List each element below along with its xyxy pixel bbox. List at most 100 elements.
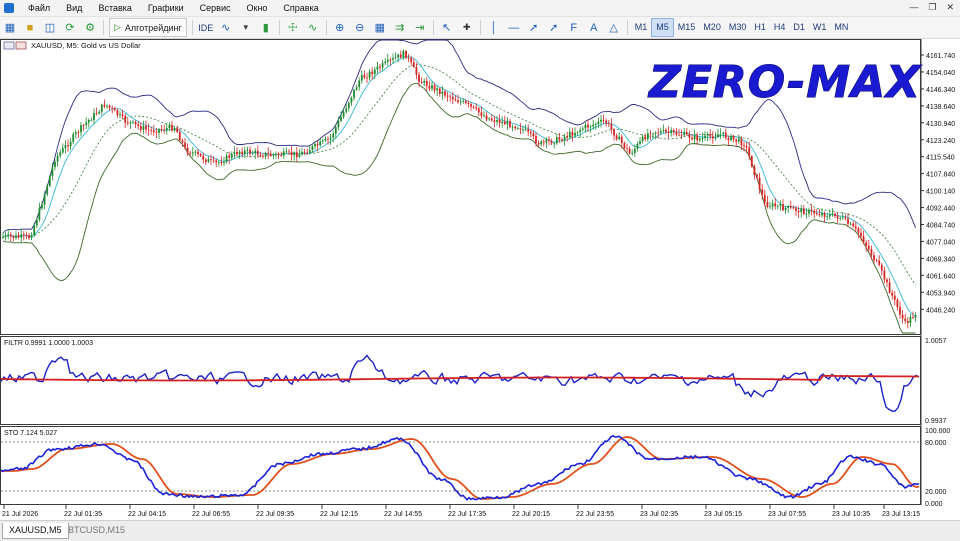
- candle-body: [152, 130, 155, 133]
- refresh-icon[interactable]: ⟳: [62, 19, 78, 36]
- timeframe-h1[interactable]: H1: [750, 19, 770, 36]
- autoscroll-icon[interactable]: ⇥: [412, 19, 428, 36]
- candle-body: [839, 217, 842, 219]
- candle-body: [295, 152, 298, 158]
- cursor-icon[interactable]: ↖: [439, 19, 455, 36]
- candle-body: [867, 245, 870, 250]
- candle-body: [301, 151, 303, 155]
- chart-canvas[interactable]: XAUUSD, M5: Gold vs US Dollar ZERO-MAX F…: [0, 39, 960, 520]
- candle-body: [906, 320, 909, 323]
- candle-body: [633, 148, 636, 154]
- candle-body: [371, 71, 374, 75]
- text-tool-icon[interactable]: A: [586, 19, 602, 36]
- candle-body: [428, 86, 431, 89]
- menu-window[interactable]: Окно: [239, 0, 276, 16]
- candle-body: [246, 149, 249, 151]
- time-tick-label: 22 Jul 14:55: [384, 511, 422, 518]
- timeframe-mn[interactable]: MN: [830, 19, 852, 36]
- candle-body: [467, 102, 470, 105]
- candle-body: [410, 58, 413, 63]
- profiles-icon[interactable]: ■: [22, 19, 38, 36]
- candle-body: [124, 116, 127, 123]
- bar-chart-icon[interactable]: ▮: [258, 19, 274, 36]
- time-tick-label: 23 Jul 10:35: [832, 511, 870, 518]
- candle-body: [886, 279, 888, 283]
- candle-body: [657, 132, 660, 134]
- zoom-in-icon[interactable]: ⊕: [332, 19, 348, 36]
- timeframe-m5[interactable]: M5: [651, 18, 674, 37]
- horizontal-line-icon[interactable]: —: [506, 19, 522, 36]
- new-chart-icon[interactable]: ▦: [2, 19, 18, 36]
- restore-icon[interactable]: ❐: [928, 2, 936, 13]
- candles-icon[interactable]: ☩: [285, 19, 301, 36]
- tab-xauusd-m5[interactable]: XAUUSD,M5: [2, 523, 69, 539]
- candle-body: [264, 152, 267, 157]
- channel-icon[interactable]: ➚: [546, 19, 562, 36]
- timeframe-w1[interactable]: W1: [809, 19, 831, 36]
- menu-insert[interactable]: Вставка: [90, 0, 139, 16]
- candle-body: [7, 234, 10, 236]
- price-tick-label: 4107.840: [926, 172, 955, 179]
- candle-body: [293, 152, 296, 156]
- candle-body: [69, 141, 72, 147]
- candle-body: [236, 151, 238, 155]
- chart-shift-icon[interactable]: ⇉: [392, 19, 408, 36]
- candle-body: [33, 225, 36, 236]
- time-tick-label: 22 Jul 20:15: [512, 511, 550, 518]
- price-tick-label: 4130.940: [926, 121, 955, 128]
- candle-body: [610, 124, 613, 130]
- menu-view[interactable]: Вид: [58, 0, 90, 16]
- chart-window[interactable]: XAUUSD, M5: Gold vs US Dollar ZERO-MAX F…: [0, 39, 960, 520]
- candle-body: [509, 121, 511, 128]
- candle-body: [826, 216, 829, 218]
- zoom-out-icon[interactable]: ⊖: [352, 19, 368, 36]
- chevron-down-icon[interactable]: ▾: [238, 19, 254, 36]
- tile-windows-icon[interactable]: ▦: [372, 19, 388, 36]
- close-icon[interactable]: ✕: [946, 2, 954, 13]
- candle-body: [272, 154, 275, 156]
- timeframe-m1[interactable]: M1: [631, 19, 652, 36]
- shapes-icon[interactable]: △: [606, 19, 622, 36]
- watermark-text: ZERO-MAX: [647, 57, 922, 108]
- candle-body: [516, 128, 519, 130]
- candle-body: [714, 136, 717, 139]
- candle-body: [646, 133, 649, 140]
- candle-body: [568, 131, 571, 138]
- tab-btcusd-m15[interactable]: BTCUSD,M15: [62, 523, 131, 538]
- candle-body: [176, 128, 179, 133]
- trend-line-icon[interactable]: ➚: [526, 19, 542, 36]
- candle-body: [306, 152, 309, 154]
- fibonacci-icon[interactable]: F: [566, 19, 582, 36]
- toolbar-separator: [191, 20, 193, 35]
- timeframe-m20[interactable]: M20: [699, 19, 725, 36]
- line-chart-icon[interactable]: ∿: [305, 19, 321, 36]
- candle-body: [485, 115, 488, 120]
- candle-body: [815, 213, 818, 215]
- timeframe-m15[interactable]: M15: [674, 19, 700, 36]
- algo-trading-button[interactable]: ▷ Алготрейдинг: [109, 18, 187, 37]
- minimize-icon[interactable]: —: [909, 2, 918, 13]
- menu-charts[interactable]: Графики: [140, 0, 192, 16]
- timeframe-h4[interactable]: H4: [770, 19, 790, 36]
- filter-label: FILTR 0.9991 1.0000 1.0003: [4, 340, 93, 347]
- toolbar-separator: [626, 20, 628, 35]
- candle-body: [800, 208, 803, 213]
- candle-body: [100, 104, 103, 112]
- crosshair-icon[interactable]: ✚: [459, 19, 475, 36]
- menu-file[interactable]: Файл: [20, 0, 58, 16]
- menu-tools[interactable]: Сервис: [192, 0, 239, 16]
- settings-icon[interactable]: ⚙: [82, 19, 98, 36]
- candle-body: [537, 143, 540, 145]
- candle-body: [849, 223, 852, 225]
- timeframe-d1[interactable]: D1: [789, 19, 809, 36]
- indicators-icon[interactable]: ∿: [218, 19, 234, 36]
- navigator-icon[interactable]: ◫: [42, 19, 58, 36]
- timeframe-m30[interactable]: M30: [725, 19, 751, 36]
- candle-body: [795, 208, 797, 211]
- candle-body: [477, 108, 480, 113]
- vertical-line-icon[interactable]: │: [486, 19, 502, 36]
- menu-help[interactable]: Справка: [275, 0, 326, 16]
- candle-body: [545, 139, 548, 143]
- candle-body: [524, 129, 527, 131]
- ide-button[interactable]: IDE: [198, 19, 214, 36]
